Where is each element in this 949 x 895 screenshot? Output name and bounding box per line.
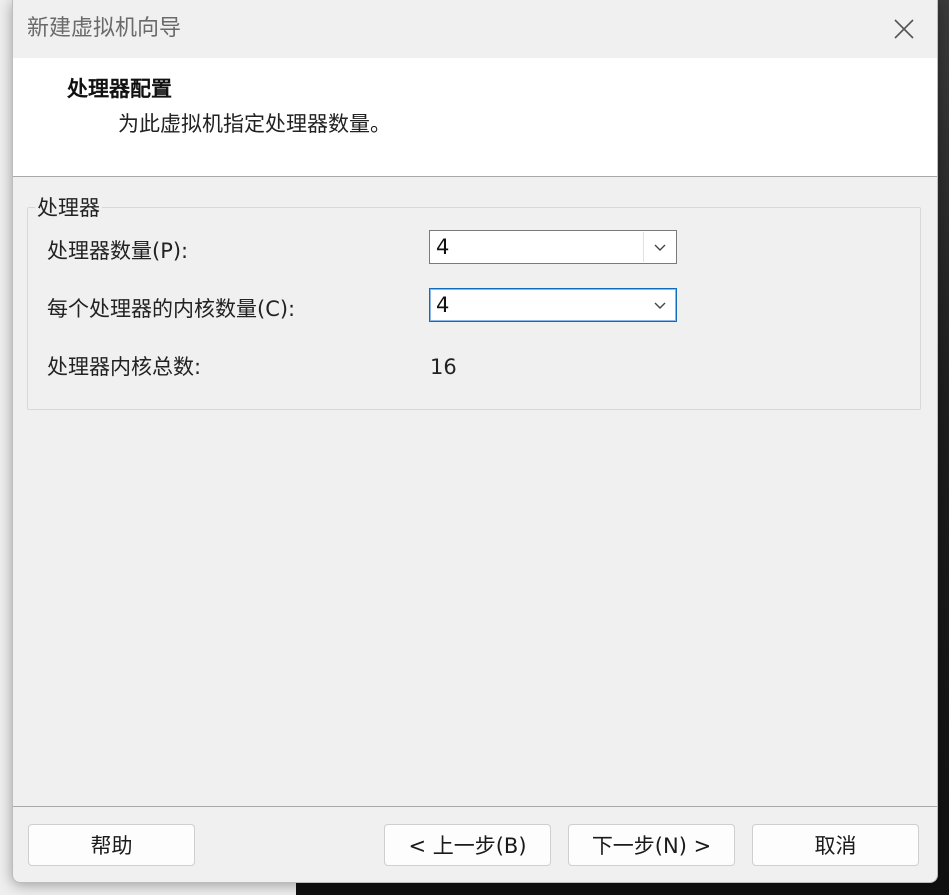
processor-count-value: 4 [436,235,450,259]
chevron-down-icon [654,244,666,251]
back-button[interactable]: < 上一步(B) [384,824,551,866]
new-vm-wizard-dialog: 新建虚拟机向导 处理器配置 为此虚拟机指定处理器数量。 处理器 处理器数量(P)… [12,0,938,883]
cores-per-processor-select[interactable]: 4 [429,288,677,322]
total-cores-value: 16 [430,355,457,379]
close-icon [894,19,914,39]
cancel-button[interactable]: 取消 [752,824,919,866]
cores-per-processor-label: 每个处理器的内核数量(C): [47,297,296,321]
page-title: 处理器配置 [67,77,172,101]
processor-count-select[interactable]: 4 [429,230,677,264]
next-button[interactable]: 下一步(N) > [568,824,735,866]
help-button[interactable]: 帮助 [28,824,195,866]
total-cores-label: 处理器内核总数: [47,355,202,379]
processor-count-label: 处理器数量(P): [47,239,189,263]
cores-per-processor-dropdown-button[interactable] [644,289,676,321]
processor-group-legend: 处理器 [35,194,102,222]
chevron-down-icon [654,302,666,309]
wizard-header: 处理器配置 为此虚拟机指定处理器数量。 [13,58,937,177]
title-bar: 新建虚拟机向导 [13,0,937,58]
page-subtitle: 为此虚拟机指定处理器数量。 [118,112,391,136]
window-title: 新建虚拟机向导 [27,16,182,41]
processor-count-dropdown-button[interactable] [644,231,676,263]
footer-separator [13,806,937,807]
close-button[interactable] [871,0,937,58]
cores-per-processor-value: 4 [436,293,450,317]
